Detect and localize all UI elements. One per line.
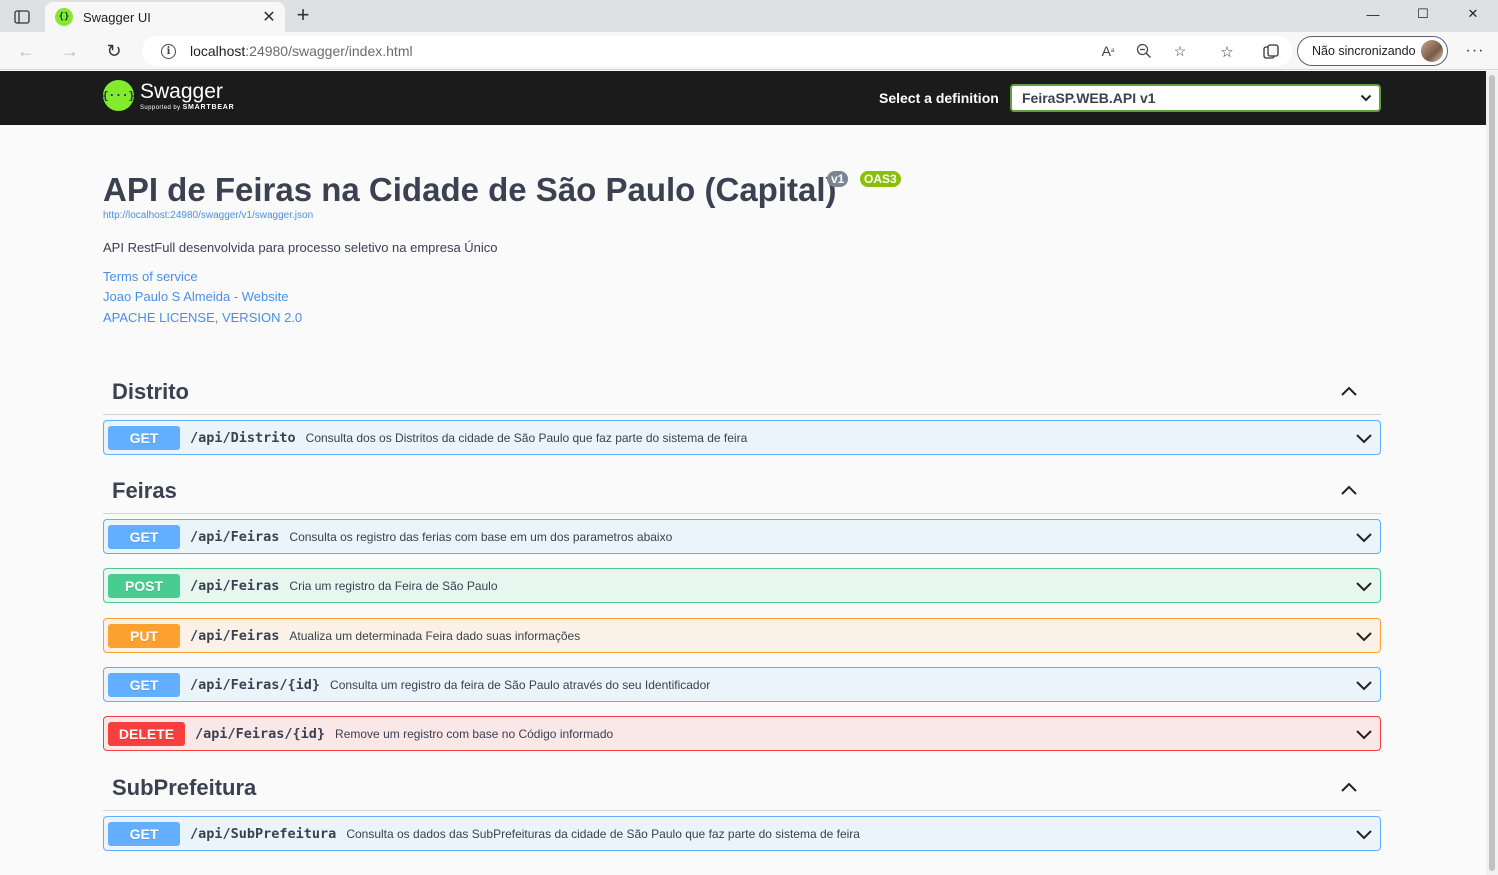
close-tab-icon[interactable]: ✕ (259, 7, 279, 27)
zoom-icon[interactable] (1134, 41, 1154, 61)
tag-name: Feiras (112, 478, 177, 503)
forward-icon[interactable]: → (58, 40, 82, 62)
definition-label: Select a definition (879, 90, 999, 106)
operation-get-subprefeitura[interactable]: GET /api/SubPrefeitura Consulta os dados… (103, 816, 1381, 851)
refresh-icon[interactable]: ↻ (102, 40, 126, 62)
operation-path: /api/Distrito (190, 429, 296, 446)
method-badge: GET (108, 672, 180, 697)
tab-actions-icon[interactable] (8, 6, 36, 28)
license-link[interactable]: APACHE LICENSE, VERSION 2.0 (103, 310, 302, 325)
new-tab-icon[interactable]: + (292, 4, 314, 26)
oas-badge: OAS3 (860, 171, 901, 187)
scroll-thumb[interactable] (1489, 75, 1495, 871)
method-badge: GET (108, 524, 180, 549)
logo-subtitle: Supported by SMARTBEAR (140, 103, 235, 111)
method-badge: DELETE (108, 721, 185, 746)
browser-tab[interactable]: {} Swagger UI ✕ (45, 2, 285, 32)
operation-delete-feira[interactable]: DELETE /api/Feiras/{id} Remove um regist… (103, 716, 1381, 751)
collections-icon[interactable] (1260, 41, 1282, 63)
chevron-down-icon[interactable] (1354, 428, 1374, 448)
definition-value: FeiraSP.WEB.API v1 (1022, 90, 1156, 106)
url-bar[interactable]: i localhost:24980/swagger/index.html Aᵃ … (142, 36, 1292, 66)
tag-section-feiras[interactable]: Feiras (103, 468, 1381, 514)
method-badge: POST (108, 573, 180, 598)
chevron-down-icon[interactable] (1354, 824, 1374, 844)
chevron-up-icon[interactable] (1339, 481, 1359, 501)
api-description: API RestFull desenvolvida para processo … (103, 240, 498, 255)
site-info-icon[interactable]: i (161, 43, 176, 59)
operation-summary: Cria um registro da Feira de São Paulo (289, 578, 498, 593)
method-badge: GET (108, 821, 180, 846)
operation-summary: Consulta um registro da feira de São Pau… (330, 677, 711, 692)
chevron-down-icon[interactable] (1354, 527, 1374, 547)
operation-path: /api/Feiras/{id} (195, 725, 326, 742)
operation-path: /api/SubPrefeitura (190, 825, 337, 842)
window-controls: — ☐ ✕ (1348, 0, 1498, 32)
sync-label: Não sincronizando (1312, 44, 1416, 58)
tag-section-subprefeitura[interactable]: SubPrefeitura (103, 765, 1381, 811)
operation-summary: Remove um registro com base no Código in… (335, 726, 614, 741)
terms-of-service-link[interactable]: Terms of service (103, 269, 198, 284)
operation-get-distrito[interactable]: GET /api/Distrito Consulta dos os Distri… (103, 420, 1381, 455)
minimize-icon[interactable]: — (1348, 0, 1398, 28)
tag-name: Distrito (112, 379, 189, 404)
operation-summary: Consulta os registro das ferias com base… (289, 529, 673, 544)
version-badge: v1 (827, 171, 849, 187)
definition-select[interactable]: FeiraSP.WEB.API v1 (1010, 84, 1381, 112)
url-text[interactable]: localhost:24980/swagger/index.html (190, 43, 1098, 59)
tag-section-distrito[interactable]: Distrito (103, 369, 1381, 415)
operation-path: /api/Feiras (190, 528, 280, 545)
page-title: API de Feiras na Cidade de São Paulo (Ca… (103, 171, 837, 208)
url-host: localhost (190, 43, 246, 59)
chevron-up-icon[interactable] (1339, 778, 1359, 798)
chevron-down-icon (1360, 94, 1372, 102)
scrollbar[interactable] (1486, 71, 1498, 875)
read-aloud-icon[interactable]: Aᵃ (1098, 41, 1118, 61)
operation-path: /api/Feiras (190, 627, 280, 644)
chevron-down-icon[interactable] (1354, 675, 1374, 695)
favorites-icon[interactable]: ☆ (1216, 41, 1238, 63)
method-badge: GET (108, 425, 180, 450)
swagger-logo[interactable]: {···} Swagger Supported by SMARTBEAR (102, 79, 235, 111)
operation-path: /api/Feiras/{id} (190, 676, 321, 693)
address-bar-row: ← → ↻ i localhost:24980/swagger/index.ht… (0, 32, 1498, 70)
operation-post-feiras[interactable]: POST /api/Feiras Cria um registro da Fei… (103, 568, 1381, 603)
profile-sync-button[interactable]: Não sincronizando (1297, 36, 1448, 66)
swagger-topbar: {···} Swagger Supported by SMARTBEAR Sel… (0, 71, 1486, 125)
add-favorite-icon[interactable]: ☆ (1170, 41, 1190, 61)
avatar (1421, 40, 1443, 62)
maximize-icon[interactable]: ☐ (1398, 0, 1448, 28)
swagger-logo-icon: {···} (102, 80, 135, 111)
browser-tab-bar: {} Swagger UI ✕ + — ☐ ✕ (0, 0, 1498, 32)
chevron-down-icon[interactable] (1354, 626, 1374, 646)
contact-website-link[interactable]: Joao Paulo S Almeida - Website (103, 289, 288, 304)
swagger-favicon-icon: {} (55, 8, 73, 26)
operation-get-feira-by-id[interactable]: GET /api/Feiras/{id} Consulta um registr… (103, 667, 1381, 702)
operation-summary: Atualiza um determinada Feira dado suas … (289, 628, 581, 643)
chevron-down-icon[interactable] (1354, 576, 1374, 596)
close-window-icon[interactable]: ✕ (1448, 0, 1498, 28)
more-options-icon[interactable]: ··· (1464, 40, 1486, 62)
method-badge: PUT (108, 623, 180, 648)
tab-title: Swagger UI (83, 9, 151, 25)
spec-url-link[interactable]: http://localhost:24980/swagger/v1/swagge… (103, 210, 313, 221)
operation-get-feiras[interactable]: GET /api/Feiras Consulta os registro das… (103, 519, 1381, 554)
chevron-up-icon[interactable] (1339, 382, 1359, 402)
operation-summary: Consulta dos os Distritos da cidade de S… (305, 430, 748, 445)
operation-put-feiras[interactable]: PUT /api/Feiras Atualiza um determinada … (103, 618, 1381, 653)
back-icon[interactable]: ← (14, 40, 38, 62)
logo-word: Swagger (140, 79, 223, 103)
operation-summary: Consulta os dados das SubPrefeituras da … (346, 826, 860, 841)
chevron-down-icon[interactable] (1354, 724, 1374, 744)
url-path: :24980/swagger/index.html (245, 43, 413, 59)
tag-name: SubPrefeitura (112, 775, 257, 800)
operation-path: /api/Feiras (190, 577, 280, 594)
